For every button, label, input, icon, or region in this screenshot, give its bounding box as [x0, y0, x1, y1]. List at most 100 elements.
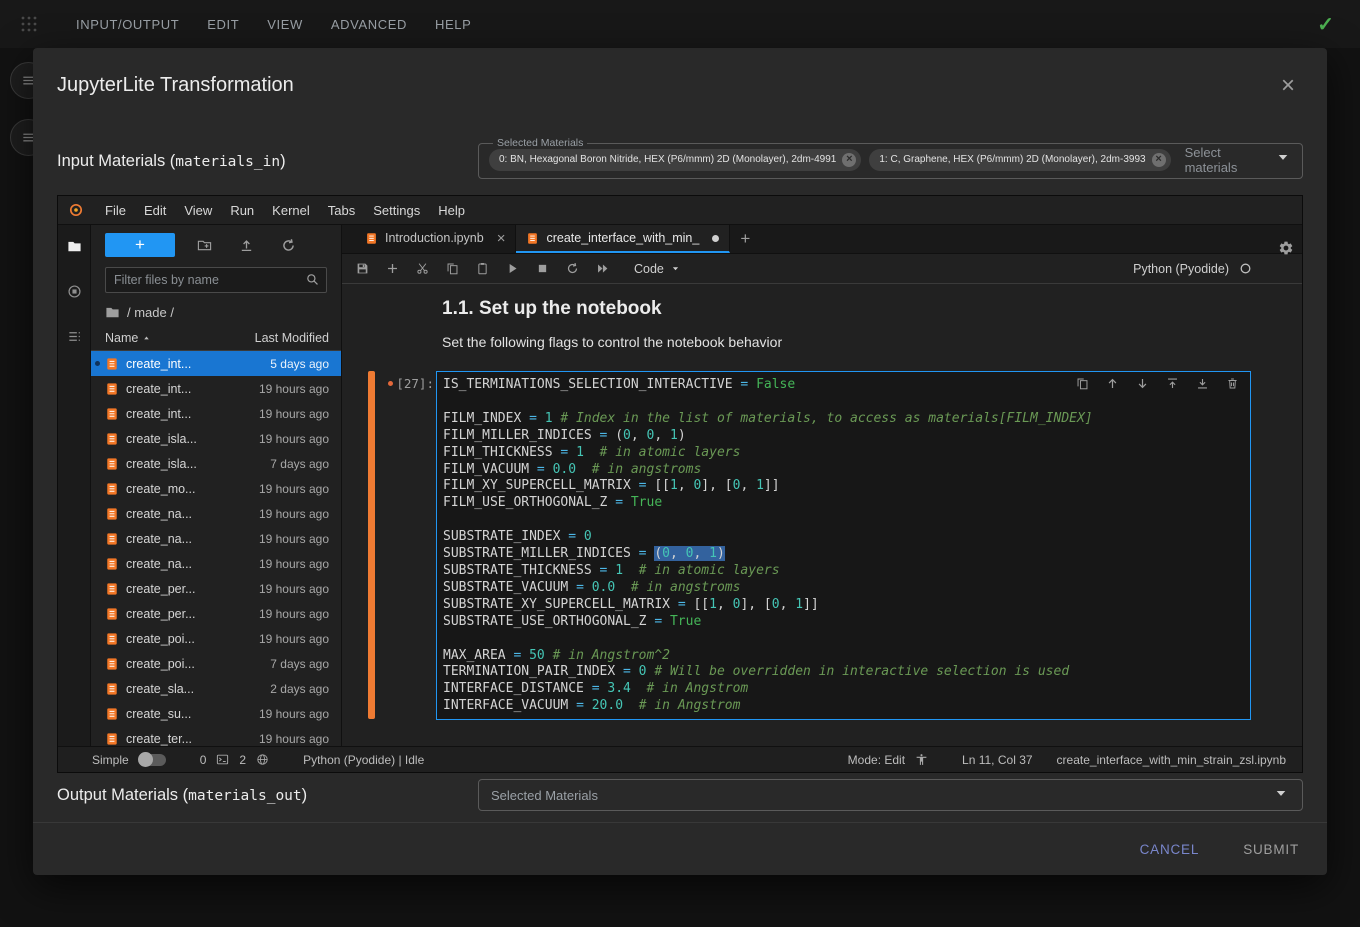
running-sessions-icon[interactable]: [67, 284, 82, 299]
jp-menu-tabs[interactable]: Tabs: [319, 198, 364, 223]
simple-mode-toggle[interactable]: [139, 754, 166, 766]
file-row[interactable]: create_int...19 hours ago: [91, 401, 341, 426]
tab-introduction[interactable]: Introduction.ipynb ×: [355, 225, 516, 253]
breadcrumb[interactable]: / made /: [91, 299, 341, 326]
tab-create-interface[interactable]: create_interface_with_min_: [516, 225, 730, 253]
move-down-icon[interactable]: [1136, 377, 1149, 390]
dropdown-caret-icon[interactable]: [1272, 784, 1290, 807]
column-last-modified[interactable]: Last Modified: [255, 331, 329, 345]
chip-remove-icon[interactable]: ×: [1152, 153, 1166, 167]
chevron-down-icon: [670, 263, 681, 274]
jp-menu-run[interactable]: Run: [221, 198, 263, 223]
code-line: SUBSTRATE_XY_SUPERCELL_MATRIX = [[1, 0],…: [443, 597, 1242, 614]
dropdown-caret-icon[interactable]: [1274, 148, 1292, 171]
terminals-count[interactable]: 0: [200, 753, 207, 767]
top-menu-edit[interactable]: EDIT: [197, 11, 249, 38]
chip-remove-icon[interactable]: ×: [842, 153, 856, 167]
notebook-file-icon: [105, 457, 119, 471]
file-name: create_poi...: [126, 632, 259, 646]
file-row[interactable]: create_int...19 hours ago: [91, 376, 341, 401]
table-of-contents-icon[interactable]: [67, 329, 82, 344]
new-folder-icon[interactable]: [197, 238, 212, 253]
top-menu-input-output[interactable]: INPUT/OUTPUT: [66, 11, 189, 38]
notebook-file-icon: [526, 232, 539, 245]
run-icon[interactable]: [506, 262, 519, 275]
paste-icon[interactable]: [476, 262, 489, 275]
file-row[interactable]: create_su...19 hours ago: [91, 701, 341, 726]
top-menu-view[interactable]: VIEW: [257, 11, 313, 38]
code-line: FILM_MILLER_INDICES = (0, 0, 1): [443, 428, 1242, 445]
jp-menu-view[interactable]: View: [175, 198, 221, 223]
code-cell-editor[interactable]: IS_TERMINATIONS_SELECTION_INTERACTIVE = …: [436, 371, 1251, 720]
file-modified: 7 days ago: [270, 657, 329, 671]
notebook-file-icon: [105, 407, 119, 421]
add-icon[interactable]: [386, 262, 399, 275]
material-chip[interactable]: 0: BN, Hexagonal Boron Nitride, HEX (P6/…: [489, 149, 861, 171]
jupyter-menubar: FileEditViewRunKernelTabsSettingsHelp: [58, 196, 1302, 225]
kernel-indicator[interactable]: Python (Pyodide): [1133, 262, 1292, 276]
file-row[interactable]: create_int...5 days ago: [91, 351, 341, 376]
cell-collapser[interactable]: [368, 371, 375, 719]
filter-files-input[interactable]: [105, 267, 327, 293]
file-row[interactable]: create_sla...2 days ago: [91, 676, 341, 701]
file-row[interactable]: create_isla...19 hours ago: [91, 426, 341, 451]
tab-close-icon[interactable]: ×: [497, 232, 506, 245]
file-row[interactable]: create_per...19 hours ago: [91, 576, 341, 601]
top-menu-help[interactable]: HELP: [425, 11, 481, 38]
jp-menu-help[interactable]: Help: [429, 198, 474, 223]
file-row[interactable]: create_poi...7 days ago: [91, 651, 341, 676]
jp-menu-file[interactable]: File: [96, 198, 135, 223]
app-grid-icon[interactable]: [20, 15, 38, 33]
new-launcher-button[interactable]: +: [105, 233, 175, 257]
file-modified: 19 hours ago: [259, 532, 329, 546]
file-row[interactable]: create_na...19 hours ago: [91, 501, 341, 526]
refresh-icon[interactable]: [281, 238, 296, 253]
jp-menu-settings[interactable]: Settings: [364, 198, 429, 223]
column-name[interactable]: Name: [105, 331, 255, 345]
move-up-icon[interactable]: [1106, 377, 1119, 390]
file-name: create_na...: [126, 507, 259, 521]
file-modified: 5 days ago: [270, 357, 329, 371]
stop-icon[interactable]: [536, 262, 549, 275]
new-tab-icon[interactable]: +: [730, 225, 760, 253]
duplicate-icon[interactable]: [1076, 377, 1089, 390]
insert-above-icon[interactable]: [1166, 377, 1179, 390]
file-row[interactable]: create_poi...19 hours ago: [91, 626, 341, 651]
file-row[interactable]: create_mo...19 hours ago: [91, 476, 341, 501]
submit-button[interactable]: SUBMIT: [1243, 842, 1299, 857]
settings-gear-icon[interactable]: [1278, 240, 1294, 261]
dialog-title: JupyterLite Transformation: [57, 74, 294, 97]
notebook-file-icon: [105, 557, 119, 571]
output-label-prefix: Output Materials (: [57, 786, 188, 804]
file-row[interactable]: create_isla...7 days ago: [91, 451, 341, 476]
file-name: create_na...: [126, 557, 259, 571]
delete-icon[interactable]: [1226, 377, 1239, 390]
top-menu-advanced[interactable]: ADVANCED: [321, 11, 417, 38]
copy-icon[interactable]: [446, 262, 459, 275]
file-row[interactable]: create_na...19 hours ago: [91, 551, 341, 576]
accessibility-icon[interactable]: [915, 753, 928, 766]
restart-icon[interactable]: [566, 262, 579, 275]
upload-icon[interactable]: [239, 238, 254, 253]
jp-menu-edit[interactable]: Edit: [135, 198, 175, 223]
file-modified: 19 hours ago: [259, 582, 329, 596]
run-all-icon[interactable]: [596, 262, 609, 275]
cursor-position[interactable]: Ln 11, Col 37: [962, 753, 1033, 767]
insert-below-icon[interactable]: [1196, 377, 1209, 390]
cancel-button[interactable]: CANCEL: [1140, 842, 1200, 857]
cell-type-dropdown[interactable]: Code: [634, 262, 681, 276]
kernel-status-text[interactable]: Python (Pyodide) | Idle: [303, 753, 424, 767]
file-row[interactable]: create_na...19 hours ago: [91, 526, 341, 551]
file-row[interactable]: create_ter...19 hours ago: [91, 726, 341, 746]
selected-materials-field[interactable]: Selected Materials 0: BN, Hexagonal Boro…: [478, 137, 1303, 179]
material-chip[interactable]: 1: C, Graphene, HEX (P6/mmm) 2D (Monolay…: [869, 149, 1170, 171]
close-icon[interactable]: ×: [1281, 74, 1295, 98]
dialog-footer: CANCEL SUBMIT: [33, 822, 1327, 875]
file-browser-icon[interactable]: [67, 239, 82, 254]
jp-menu-kernel[interactable]: Kernel: [263, 198, 319, 223]
save-icon[interactable]: [356, 262, 369, 275]
file-row[interactable]: create_per...19 hours ago: [91, 601, 341, 626]
output-materials-dropdown[interactable]: Selected Materials: [478, 779, 1303, 811]
kernels-count[interactable]: 2: [239, 753, 246, 767]
cut-icon[interactable]: [416, 262, 429, 275]
